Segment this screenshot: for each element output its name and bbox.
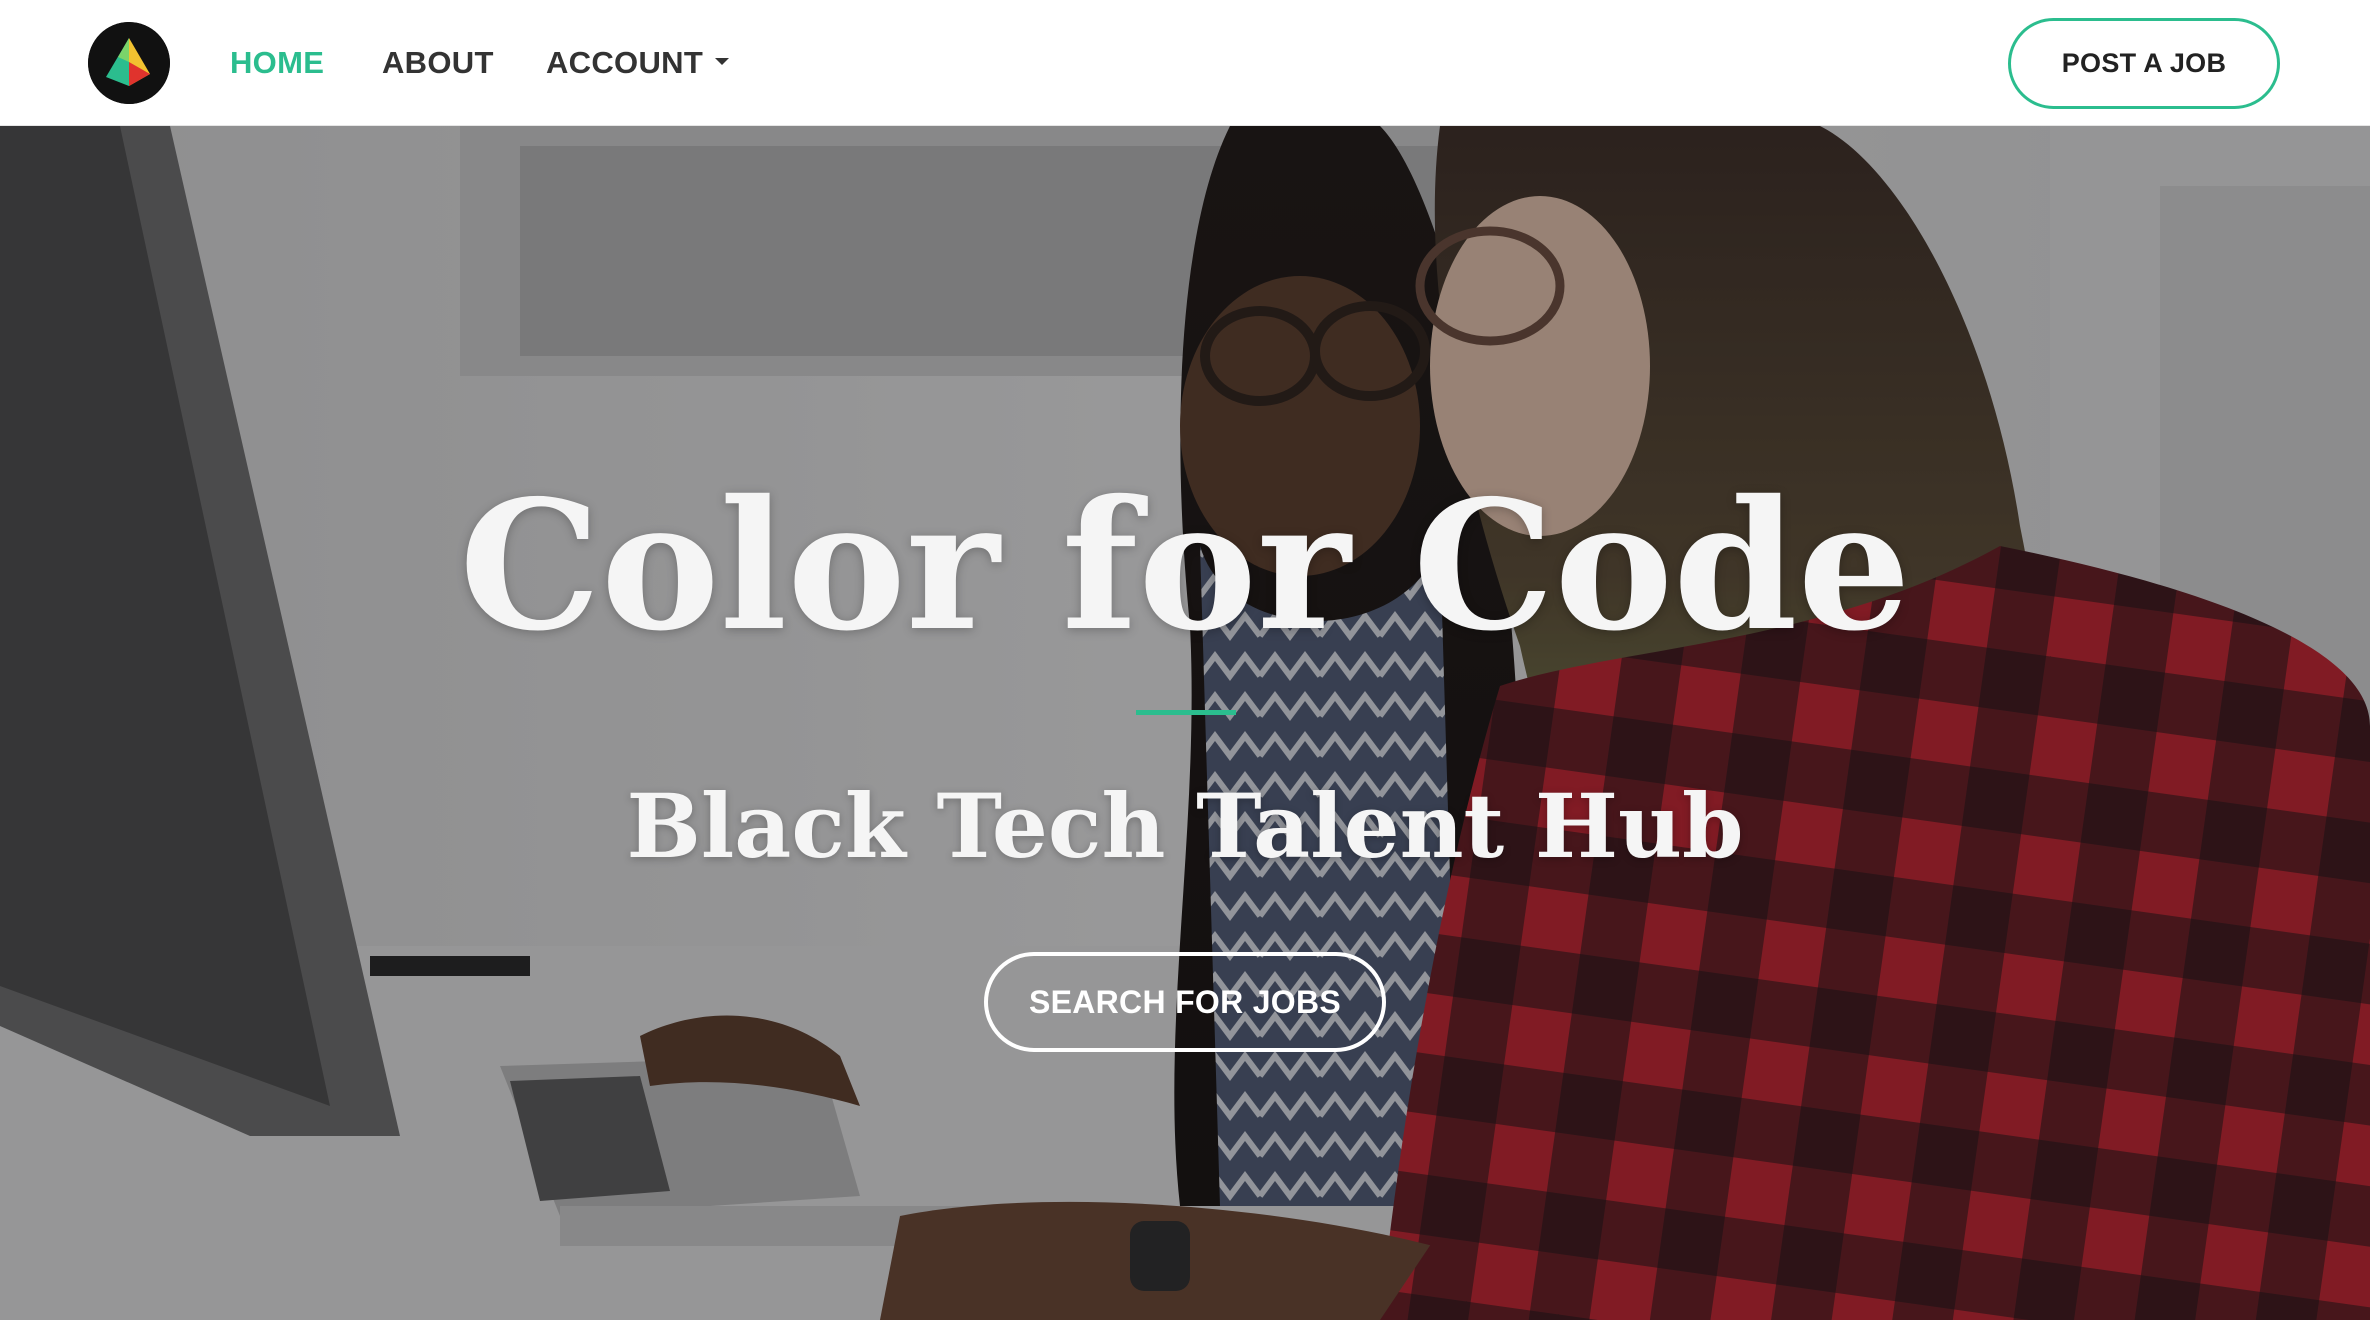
hero-title: Color for Code: [459, 461, 1911, 670]
hero-dark-overlay: [0, 126, 2370, 1320]
hero-subtitle: Black Tech Talent Hub: [626, 774, 1744, 878]
hero-divider: [1136, 710, 1236, 715]
nav-link-home[interactable]: HOME: [230, 42, 324, 84]
search-for-jobs-button[interactable]: SEARCH FOR JOBS: [984, 952, 1386, 1052]
post-a-job-button[interactable]: POST A JOB: [2008, 18, 2280, 109]
pyramid-logo-icon[interactable]: [88, 22, 170, 104]
hero-section: Color for Code Black Tech Talent Hub SEA…: [0, 126, 2370, 1320]
top-navbar: HOME ABOUT ACCOUNT POST A JOB: [0, 0, 2370, 126]
nav-link-account[interactable]: ACCOUNT: [546, 42, 730, 84]
nav-link-about[interactable]: ABOUT: [382, 42, 494, 84]
caret-down-icon: [715, 58, 730, 66]
nav-link-account-label: ACCOUNT: [546, 45, 704, 80]
